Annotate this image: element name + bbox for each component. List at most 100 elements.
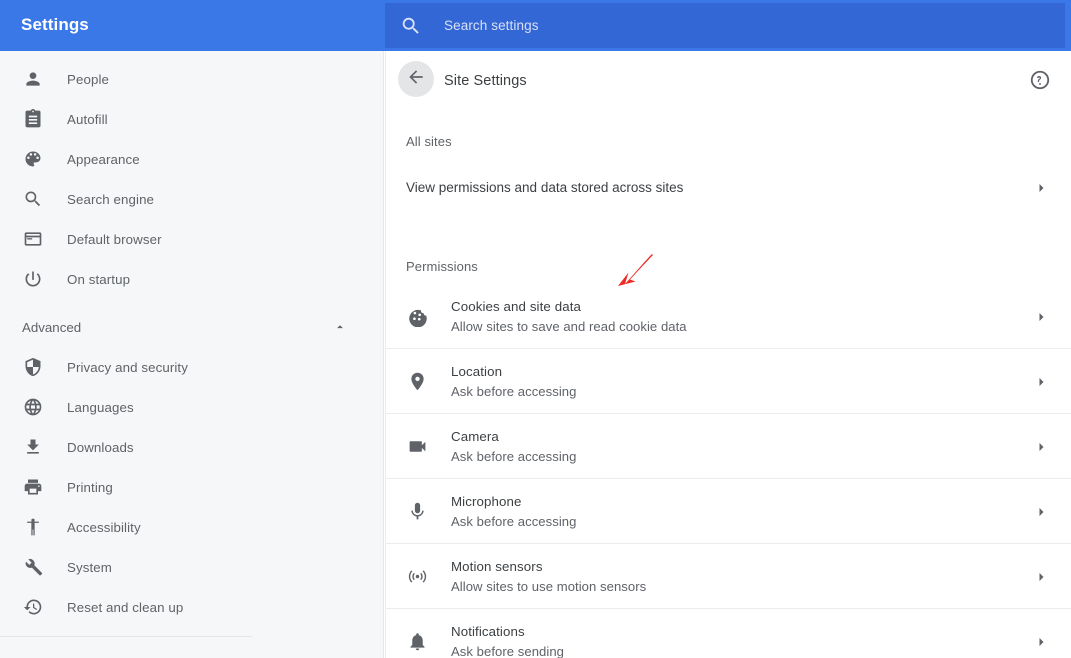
video-camera-icon [406,435,428,457]
permissions-list: Cookies and site data Allow sites to sav… [386,284,1071,658]
permission-text: Camera Ask before accessing [451,429,1035,464]
permission-subtitle: Allow sites to save and read cookie data [451,318,687,334]
search-input[interactable]: Search settings [444,18,539,33]
permission-row-notifications[interactable]: Notifications Ask before sending [386,609,1071,658]
sidebar-item-autofill[interactable]: Autofill [0,99,383,139]
palette-icon [22,148,44,170]
permission-title: Location [451,363,503,379]
microphone-icon [406,500,428,522]
permission-row-motion-sensors[interactable]: Motion sensors Allow sites to use motion… [386,544,1071,609]
sidebar-section-spacer [0,299,383,307]
chevron-right-icon [1035,310,1047,322]
cookie-icon [406,305,428,327]
wrench-icon [22,556,44,578]
permission-subtitle: Ask before sending [451,643,564,658]
bell-icon [406,630,428,652]
permission-text: Location Ask before accessing [451,364,1035,399]
back-button[interactable] [398,61,434,97]
sidebar-item-label: Downloads [67,439,134,455]
top-bar: Settings Search settings [0,0,1071,51]
all-sites-label: All sites [406,134,452,149]
clipboard-icon [22,108,44,130]
permission-subtitle: Ask before accessing [451,448,577,464]
permission-text: Cookies and site data Allow sites to sav… [451,299,1035,334]
main-content: Site Settings All sites View permissions… [385,51,1071,658]
permission-subtitle: Ask before accessing [451,513,577,529]
sidebar-item-default-browser[interactable]: Default browser [0,219,383,259]
sidebar-item-label: Reset and clean up [67,599,184,615]
sidebar-item-search-engine[interactable]: Search engine [0,179,383,219]
chevron-right-icon [1035,181,1047,193]
sidebar-item-system[interactable]: System [0,547,383,587]
permission-subtitle: Allow sites to use motion sensors [451,578,647,594]
chevron-right-icon [1035,505,1047,517]
permission-text: Motion sensors Allow sites to use motion… [451,559,1035,594]
sidebar-item-label: People [67,71,110,87]
search-bar[interactable]: Search settings [385,3,1065,48]
sidebar-item-label: Autofill [67,111,108,127]
sidebar-item-label: Search engine [67,191,155,207]
permission-subtitle: Ask before accessing [451,383,577,399]
history-restore-icon [22,596,44,618]
sidebar-item-printing[interactable]: Printing [0,467,383,507]
permission-row-camera[interactable]: Camera Ask before accessing [386,414,1071,479]
chevron-right-icon [1035,635,1047,647]
sidebar-advanced-label: Advanced [22,319,82,335]
chevron-right-icon [1035,440,1047,452]
sidebar-item-on-startup[interactable]: On startup [0,259,383,299]
chevron-up-icon [333,320,347,334]
accessibility-icon [22,516,44,538]
page-title: Site Settings [444,73,527,89]
sidebar: People Autofill Appearance Search engine [0,51,384,658]
search-icon [22,188,44,210]
sidebar-item-appearance[interactable]: Appearance [0,139,383,179]
motion-sensor-icon [406,565,428,587]
power-icon [22,268,44,290]
sidebar-advanced-toggle[interactable]: Advanced [0,307,383,347]
globe-icon [22,396,44,418]
page-header: Site Settings [386,51,1071,108]
sidebar-item-label: Privacy and security [67,359,188,375]
sidebar-item-languages[interactable]: Languages [0,387,383,427]
permission-title: Camera [451,428,499,444]
browser-window-icon [22,228,44,250]
sidebar-item-label: Default browser [67,231,162,247]
permission-row-microphone[interactable]: Microphone Ask before accessing [386,479,1071,544]
sidebar-top-spacer [0,51,383,59]
permission-title: Cookies and site data [451,298,581,314]
permission-title: Notifications [451,623,525,639]
chevron-right-icon [1035,570,1047,582]
sidebar-item-label: Appearance [67,151,140,167]
permission-title: Motion sensors [451,558,543,574]
sidebar-item-label: Languages [67,399,134,415]
sidebar-item-downloads[interactable]: Downloads [0,427,383,467]
sidebar-item-reset-and-clean-up[interactable]: Reset and clean up [0,587,383,627]
permissions-label: Permissions [406,259,478,274]
view-permissions-row[interactable]: View permissions and data stored across … [386,161,1071,213]
sidebar-divider [0,636,252,637]
help-circle-icon[interactable] [1029,69,1051,91]
permission-text: Microphone Ask before accessing [451,494,1035,529]
sidebar-item-label: Printing [67,479,113,495]
search-icon [400,15,422,37]
person-icon [22,68,44,90]
sidebar-item-label: On startup [67,271,131,287]
arrow-left-icon [406,67,426,92]
app-title: Settings [21,15,89,34]
view-permissions-label: View permissions and data stored across … [406,179,684,195]
location-pin-icon [406,370,428,392]
shield-icon [22,356,44,378]
chevron-right-icon [1035,375,1047,387]
permission-row-cookies-and-site-data[interactable]: Cookies and site data Allow sites to sav… [386,284,1071,349]
sidebar-item-privacy-and-security[interactable]: Privacy and security [0,347,383,387]
settings-page: Settings Search settings People Autofill [0,0,1071,658]
permission-row-location[interactable]: Location Ask before accessing [386,349,1071,414]
permission-title: Microphone [451,493,522,509]
sidebar-item-label: Accessibility [67,519,141,535]
sidebar-item-people[interactable]: People [0,59,383,99]
sidebar-item-accessibility[interactable]: Accessibility [0,507,383,547]
download-icon [22,436,44,458]
sidebar-item-label: System [67,559,112,575]
permission-text: Notifications Ask before sending [451,624,1035,658]
printer-icon [22,476,44,498]
